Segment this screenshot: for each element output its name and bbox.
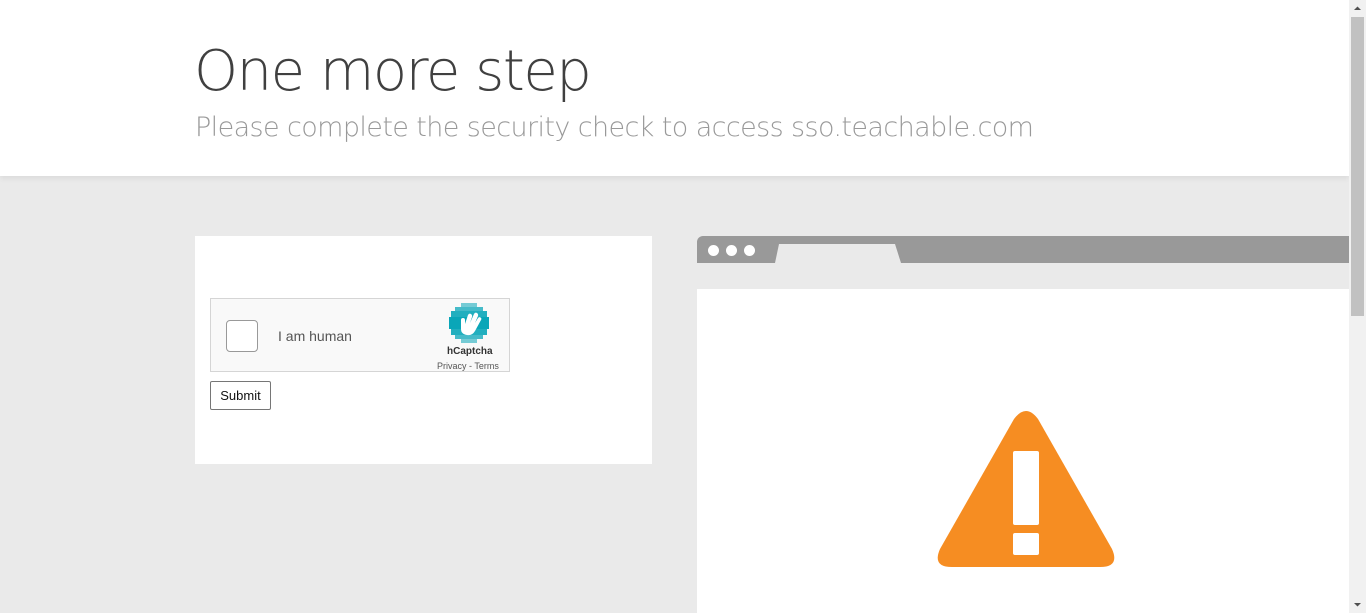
captcha-label: I am human — [278, 328, 352, 344]
scroll-up-arrow-icon[interactable] — [1349, 0, 1366, 17]
browser-illustration — [697, 236, 1349, 613]
browser-toolbar — [697, 263, 1349, 289]
page-header: One more step Please complete the securi… — [0, 0, 1349, 176]
browser-title-bar — [697, 236, 1349, 263]
window-dot-icon — [744, 245, 755, 256]
submit-button[interactable]: Submit — [210, 381, 271, 410]
page-subtitle: Please complete the security check to ac… — [195, 112, 1034, 143]
challenge-card: I am human hCaptcha Privacy - Terms Subm… — [195, 236, 652, 464]
hcaptcha-brand-label: hCaptcha — [447, 346, 493, 357]
browser-content — [697, 289, 1349, 613]
window-dot-icon — [708, 245, 719, 256]
browser-tab-icon — [775, 244, 901, 263]
captcha-links: Privacy - Terms — [437, 361, 499, 371]
hcaptcha-logo-icon — [449, 303, 489, 343]
scroll-down-arrow-icon[interactable] — [1349, 596, 1366, 613]
privacy-link[interactable]: Privacy — [437, 361, 467, 371]
scrollbar-thumb[interactable] — [1351, 17, 1364, 316]
window-dot-icon — [726, 245, 737, 256]
vertical-scrollbar[interactable] — [1349, 0, 1366, 613]
hcaptcha-widget: I am human hCaptcha Privacy - Terms — [210, 298, 510, 372]
captcha-checkbox[interactable] — [226, 320, 258, 352]
terms-link[interactable]: Terms — [474, 361, 499, 371]
page-title: One more step — [194, 39, 592, 104]
warning-icon — [937, 411, 1115, 567]
